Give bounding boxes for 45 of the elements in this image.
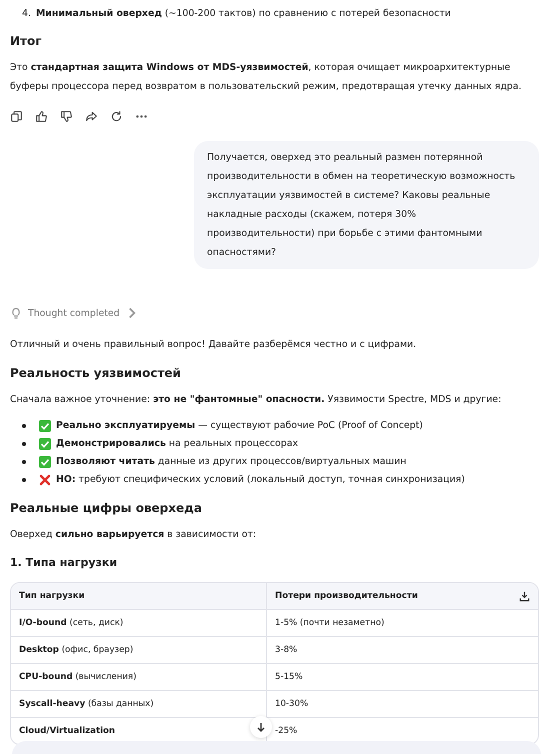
bullet (22, 442, 26, 446)
scroll-down-button[interactable] (250, 716, 272, 738)
table-cell: -25% (275, 726, 298, 736)
table-cell: 10-30% (275, 699, 308, 709)
copy-icon[interactable] (10, 110, 23, 123)
section-heading: Реальные цифры оверхеда (10, 500, 203, 517)
download-icon[interactable] (519, 590, 530, 602)
list-item-text: Позволяют читать данные из других процессов/виртуальных машин (56, 455, 406, 469)
subsection-heading: 1. Типа нагрузки (10, 555, 118, 571)
paragraph: Отличный и очень правильный вопрос! Давайте разберёмся честно и с цифрами. (10, 338, 418, 352)
bullet (22, 478, 26, 482)
checkmark-icon (39, 438, 51, 450)
checkmark-icon (39, 456, 51, 468)
user-message: Получается, оверхед это реальный размен потерянной производительности в обмен на теоретическую возможность эксплуатации уязвимостей в системе? Каковы реальные накладные расходы (скажем, потеря 30% производительности) при борьбе с этими фантомными опасностями? (194, 141, 539, 269)
list-item-text: НО: требуют специфических условий (локальный доступ, точная синхронизация) (56, 473, 465, 487)
paragraph: Сначала важное уточнение: это не "фантомные" опасности. Уязвимости Spectre, MDS и другие: (10, 393, 502, 407)
table-cell: Desktop (офис, браузер) (19, 645, 134, 655)
section-heading: Итог (10, 33, 43, 50)
share-icon[interactable] (85, 110, 98, 123)
table-cell: 3-8% (275, 645, 298, 655)
down-arrow-icon (256, 722, 266, 732)
list-item-text: Реально эксплуатируемы — существуют рабочие PoC (Proof of Concept) (56, 419, 423, 433)
column-header: Тип нагрузки (11, 583, 266, 609)
paragraph: Это стандартная защита Windows от MDS-уязвимостей, которая очищает микроархитектурные буферы процессора перед возвратом в пользовательский режим, предотвращая утечку данных ядра. (10, 61, 522, 94)
regenerate-icon[interactable] (110, 110, 123, 123)
thought-toggle[interactable]: Thought completed (10, 307, 138, 319)
checkmark-icon (39, 420, 51, 432)
dislike-icon[interactable] (60, 110, 73, 123)
table-cell: I/O-bound (сеть, диск) (19, 618, 124, 628)
column-header: Потери производительности (266, 583, 538, 609)
table-cell: 5-15% (275, 672, 303, 682)
list-item-text: Демонстрировались на реальных процессорах (56, 437, 298, 451)
paragraph: Оверхед сильно варьируется в зависимости от: (10, 528, 258, 542)
table-cell: Syscall-heavy (базы данных) (19, 699, 154, 709)
bullet (22, 424, 26, 428)
like-icon[interactable] (35, 110, 48, 123)
cross-icon (39, 474, 51, 486)
table-cell: 1-5% (почти незаметно) (275, 618, 384, 628)
bullet (22, 460, 26, 464)
table-cell: CPU-bound (вычисления) (19, 672, 136, 682)
section-heading: Реальность уязвимостей (10, 365, 182, 382)
list-number: 4. (22, 7, 31, 21)
lightbulb-icon (10, 307, 22, 319)
table-cell: Cloud/Virtualization (19, 726, 116, 736)
list-item-text: Минимальный оверхед (~100-200 тактов) по сравнению с потерей безопасности (36, 7, 451, 21)
